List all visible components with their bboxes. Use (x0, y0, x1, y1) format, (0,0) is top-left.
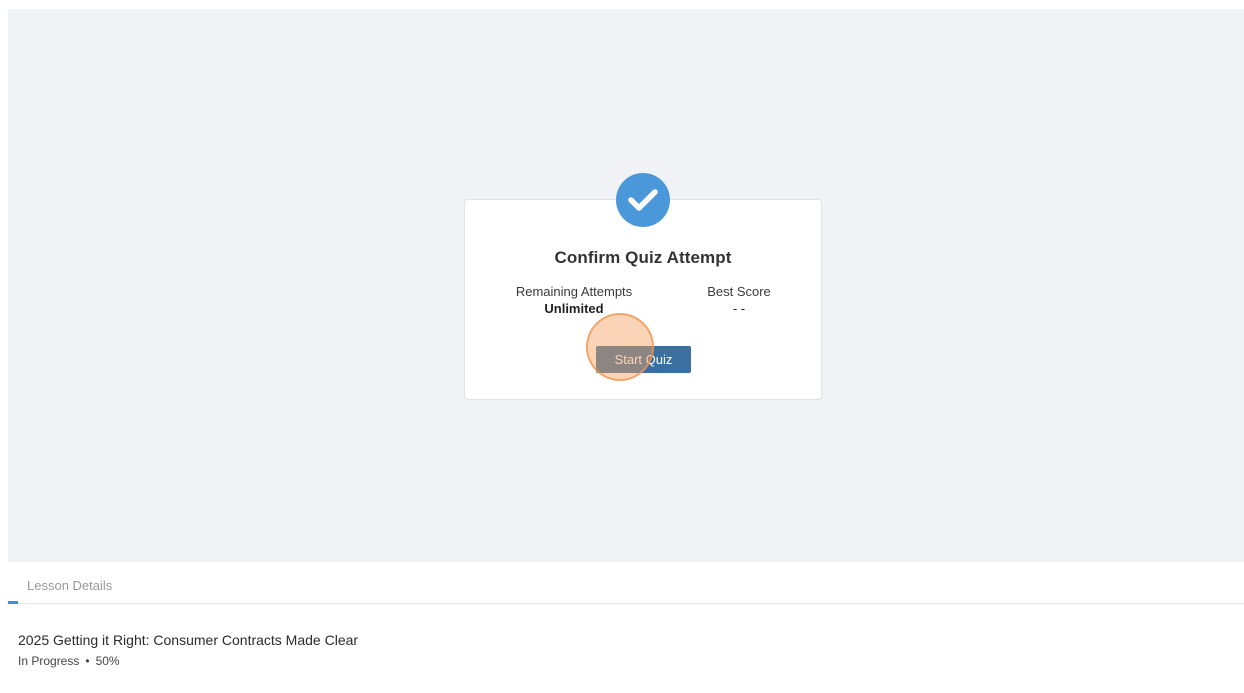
top-strip (0, 0, 1244, 7)
best-score-value: - - (732, 301, 746, 316)
lesson-status: In Progress • 50% (18, 654, 120, 668)
tab-lesson-details[interactable]: Lesson Details (27, 578, 112, 593)
tab-bar (8, 563, 1244, 604)
quiz-title: Confirm Quiz Attempt (554, 248, 732, 267)
remaining-attempts-label: Remaining Attempts (515, 284, 633, 299)
remaining-attempts: Remaining Attempts Unlimited (508, 283, 640, 318)
lesson-progress: 50% (95, 654, 120, 668)
remaining-attempts-value: Unlimited (544, 301, 604, 316)
active-tab-indicator (8, 601, 18, 604)
start-quiz-button[interactable]: Start Quiz (596, 346, 691, 373)
best-score-label: Best Score (707, 284, 771, 299)
left-gutter (0, 0, 8, 693)
lesson-title: 2025 Getting it Right: Consumer Contract… (18, 632, 359, 648)
quiz-page: Confirm Quiz Attempt Remaining Attempts … (0, 0, 1244, 693)
check-circle-icon (616, 173, 670, 227)
best-score: Best Score - - (689, 283, 789, 318)
status-separator: • (85, 654, 90, 668)
lesson-status-text: In Progress (18, 654, 80, 668)
